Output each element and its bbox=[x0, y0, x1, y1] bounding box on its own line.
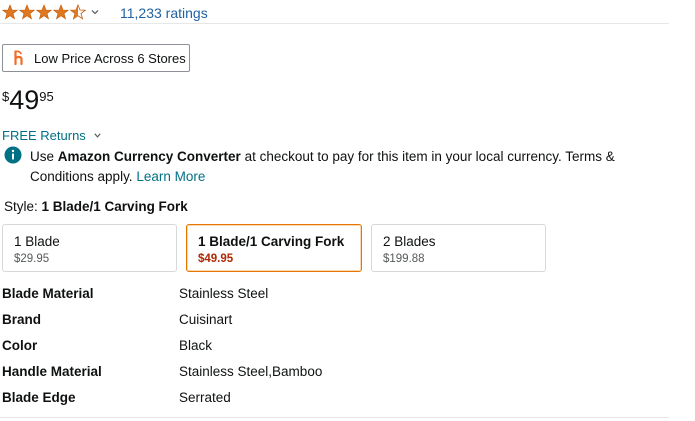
style-option-2-blades[interactable]: 2 Blades $199.88 bbox=[371, 224, 546, 272]
option-price: $199.88 bbox=[383, 253, 425, 265]
price: $ 49 95 bbox=[2, 86, 54, 114]
spec-key: Brand bbox=[2, 312, 42, 327]
style-option-1-blade[interactable]: 1 Blade $29.95 bbox=[2, 224, 177, 272]
learn-more-link[interactable]: Learn More bbox=[136, 169, 205, 184]
star-icon bbox=[36, 4, 52, 20]
spec-key: Blade Material bbox=[2, 286, 94, 301]
star-rating[interactable] bbox=[2, 4, 87, 20]
star-icon bbox=[53, 4, 69, 20]
half-star-icon bbox=[70, 4, 86, 20]
spec-key: Blade Edge bbox=[2, 390, 76, 405]
note-bold: Amazon Currency Converter bbox=[57, 149, 241, 164]
option-name: 1 Blade bbox=[14, 234, 60, 249]
low-price-button[interactable]: Low Price Across 6 Stores bbox=[2, 44, 190, 72]
spec-key: Color bbox=[2, 338, 38, 353]
style-selector-label: Style: 1 Blade/1 Carving Fork bbox=[4, 199, 188, 214]
divider bbox=[0, 417, 669, 418]
spec-value: Serrated bbox=[179, 390, 231, 405]
spec-value: Cuisinart bbox=[179, 312, 233, 327]
star-icon bbox=[2, 4, 18, 20]
option-name: 2 Blades bbox=[383, 234, 436, 249]
price-currency: $ bbox=[2, 89, 10, 104]
spec-value: Black bbox=[179, 338, 213, 353]
style-label: Style: bbox=[4, 199, 42, 214]
price-fraction: 95 bbox=[39, 89, 54, 104]
option-name: 1 Blade/1 Carving Fork bbox=[198, 234, 345, 249]
chevron-down-icon bbox=[94, 133, 101, 138]
free-returns-label: FREE Returns bbox=[2, 128, 86, 143]
info-icon bbox=[4, 146, 22, 164]
star-icon bbox=[19, 4, 35, 20]
spec-value: Stainless Steel,Bamboo bbox=[179, 364, 323, 379]
spec-value: Stainless Steel bbox=[179, 286, 269, 301]
free-returns-link[interactable]: FREE Returns bbox=[2, 128, 102, 143]
note-pre: Use bbox=[30, 149, 58, 164]
honey-logo-icon bbox=[14, 50, 23, 66]
style-option-1-blade-carving-fork[interactable]: 1 Blade/1 Carving Fork $49.95 bbox=[186, 224, 362, 272]
currency-converter-note: Use Amazon Currency Converter at checkou… bbox=[30, 147, 660, 187]
option-price: $49.95 bbox=[198, 253, 234, 265]
spec-key: Handle Material bbox=[2, 364, 102, 379]
option-price: $29.95 bbox=[14, 253, 50, 265]
style-selected: 1 Blade/1 Carving Fork bbox=[41, 199, 188, 214]
divider bbox=[0, 23, 669, 24]
low-price-label: Low Price Across 6 Stores bbox=[34, 50, 186, 66]
ratings-count-link[interactable]: 11,233 ratings bbox=[120, 5, 208, 21]
price-whole: 49 bbox=[9, 85, 40, 115]
chevron-down-icon[interactable] bbox=[90, 7, 100, 17]
